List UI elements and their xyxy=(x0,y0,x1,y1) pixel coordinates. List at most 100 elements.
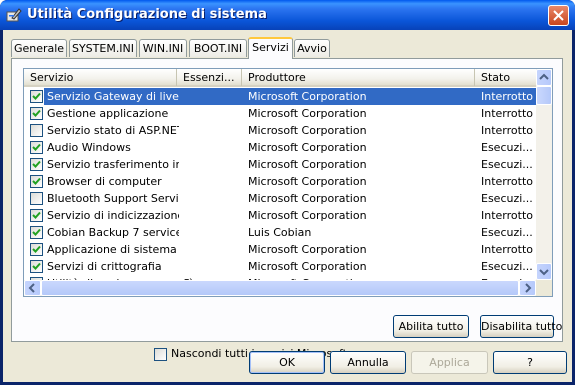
service-essential xyxy=(183,173,241,190)
chevron-right-icon xyxy=(525,283,532,293)
column-header-status[interactable]: Stato xyxy=(475,69,536,86)
service-checkbox[interactable] xyxy=(30,260,43,273)
service-vendor: Microsoft Corporation xyxy=(248,158,367,171)
service-checkbox[interactable] xyxy=(30,141,43,154)
help-button[interactable]: ? xyxy=(493,351,567,374)
ok-button[interactable]: OK xyxy=(249,351,325,374)
title-bar[interactable]: Utilità Configurazione di sistema xyxy=(0,0,575,30)
service-name: Servizio trasferimento in... xyxy=(47,158,179,171)
service-name: Servizio Gateway di livell... xyxy=(47,90,179,103)
tab-system-ini[interactable]: SYSTEM.INI xyxy=(69,39,137,57)
service-essential xyxy=(183,88,241,105)
table-row[interactable]: Audio Windows Microsoft Corporation Esecuz… xyxy=(24,139,536,156)
service-vendor: Microsoft Corporation xyxy=(248,209,367,222)
checkmark-icon xyxy=(32,262,41,270)
service-status: Interrotto xyxy=(481,243,533,256)
checkmark-icon xyxy=(32,177,41,185)
vertical-scrollbar[interactable] xyxy=(536,69,552,280)
service-checkbox[interactable] xyxy=(30,158,43,171)
scroll-right-button[interactable] xyxy=(519,280,536,296)
service-name: Servizio di indicizzazione xyxy=(47,209,179,222)
service-essential xyxy=(183,139,241,156)
service-status: Interrotto xyxy=(481,107,533,120)
service-name: Servizi di crittografia xyxy=(47,260,162,273)
window-title: Utilità Configurazione di sistema xyxy=(27,7,267,22)
tab-avvio[interactable]: Avvio xyxy=(294,39,330,57)
service-name: Gestione applicazione xyxy=(47,107,169,120)
checkmark-icon xyxy=(32,160,41,168)
table-row[interactable]: Servizio di indicizzazione Microsoft Corp… xyxy=(24,207,536,224)
table-row[interactable]: Applicazione di sistema C... Microsoft Co… xyxy=(24,241,536,258)
scroll-down-button[interactable] xyxy=(536,263,552,280)
service-status: Esecuzi... xyxy=(481,226,533,239)
service-essential xyxy=(183,258,241,275)
column-header-essential[interactable]: Essenzi... xyxy=(177,69,242,86)
service-checkbox[interactable] xyxy=(30,226,43,239)
tab-servizi[interactable]: Servizi xyxy=(248,37,293,59)
service-checkbox[interactable] xyxy=(30,90,43,103)
service-vendor: Microsoft Corporation xyxy=(248,124,367,137)
table-row[interactable]: Servizio trasferimento in... Microsoft Co… xyxy=(24,156,536,173)
horizontal-scrollbar[interactable] xyxy=(24,280,536,296)
services-panel: Servizio Essenzi... Produttore Stato Ser… xyxy=(11,58,563,361)
service-vendor: Microsoft Corporation xyxy=(248,175,367,188)
service-essential xyxy=(183,207,241,224)
service-essential xyxy=(183,105,241,122)
service-status: Esecuzi... xyxy=(481,158,533,171)
service-vendor: Microsoft Corporation xyxy=(248,260,367,273)
table-row[interactable]: Cobian Backup 7 service Luis Cobian Esecuz… xyxy=(24,224,536,241)
service-checkbox[interactable] xyxy=(30,124,43,137)
checkmark-icon xyxy=(32,92,41,100)
scroll-left-button[interactable] xyxy=(24,280,41,296)
table-row[interactable]: Servizi di crittografia Microsoft Corpora… xyxy=(24,258,536,275)
scroll-up-button[interactable] xyxy=(536,69,552,86)
list-header: Servizio Essenzi... Produttore Stato xyxy=(24,69,536,87)
service-vendor: Microsoft Corporation xyxy=(248,192,367,205)
table-row[interactable]: Browser di computer Microsoft Corporation… xyxy=(24,173,536,190)
service-checkbox[interactable] xyxy=(30,192,43,205)
service-checkbox[interactable] xyxy=(30,107,43,120)
cancel-button[interactable]: Annulla xyxy=(330,351,406,374)
service-status: Interrotto xyxy=(481,124,533,137)
service-name: Audio Windows xyxy=(47,141,131,154)
enable-all-button[interactable]: Abilita tutto xyxy=(393,315,469,338)
service-vendor: Microsoft Corporation xyxy=(248,90,367,103)
tab-win-ini[interactable]: WIN.INI xyxy=(139,39,187,57)
disable-all-button[interactable]: Disabilita tutto xyxy=(480,315,562,338)
service-name: Servizio stato di ASP.NET xyxy=(47,124,179,137)
table-row[interactable]: Gestione applicazione Microsoft Corporati… xyxy=(24,105,536,122)
chevron-down-icon xyxy=(539,269,549,276)
services-list[interactable]: Servizio Essenzi... Produttore Stato Ser… xyxy=(23,68,553,297)
service-name: Bluetooth Support Service xyxy=(47,192,179,205)
hide-ms-services-checkbox[interactable] xyxy=(154,348,167,361)
service-essential xyxy=(183,156,241,173)
vertical-scroll-thumb[interactable] xyxy=(536,86,552,105)
column-header-vendor[interactable]: Produttore xyxy=(242,69,475,86)
apply-button[interactable]: Applica xyxy=(411,351,488,374)
checkmark-icon xyxy=(32,245,41,253)
scrollbar-corner xyxy=(536,280,552,296)
tab-generale[interactable]: Generale xyxy=(11,39,67,57)
horizontal-scroll-thumb[interactable] xyxy=(41,280,519,296)
column-header-service[interactable]: Servizio xyxy=(24,69,177,86)
service-checkbox[interactable] xyxy=(30,209,43,222)
tab-boot-ini[interactable]: BOOT.INI xyxy=(189,39,247,57)
service-name: Browser di computer xyxy=(47,175,162,188)
service-checkbox[interactable] xyxy=(30,175,43,188)
service-vendor: Microsoft Corporation xyxy=(248,107,367,120)
table-row[interactable]: Servizio Gateway di livell... Microsoft C… xyxy=(24,88,536,105)
service-status: Esecuzi... xyxy=(481,141,533,154)
table-row[interactable]: Servizio stato di ASP.NET Microsoft Corpo… xyxy=(24,122,536,139)
system-config-icon xyxy=(6,7,22,23)
service-status: Interrotto xyxy=(481,209,533,222)
service-essential xyxy=(183,122,241,139)
service-checkbox[interactable] xyxy=(30,243,43,256)
dialog-body: Generale SYSTEM.INI WIN.INI BOOT.INI Ser… xyxy=(3,30,572,382)
service-essential xyxy=(183,241,241,258)
checkmark-icon xyxy=(32,143,41,151)
service-status: Interrotto xyxy=(481,175,533,188)
close-icon xyxy=(553,10,564,21)
chevron-left-icon xyxy=(28,283,35,293)
table-row[interactable]: Bluetooth Support Service Microsoft Corpo… xyxy=(24,190,536,207)
close-button[interactable] xyxy=(548,5,569,26)
